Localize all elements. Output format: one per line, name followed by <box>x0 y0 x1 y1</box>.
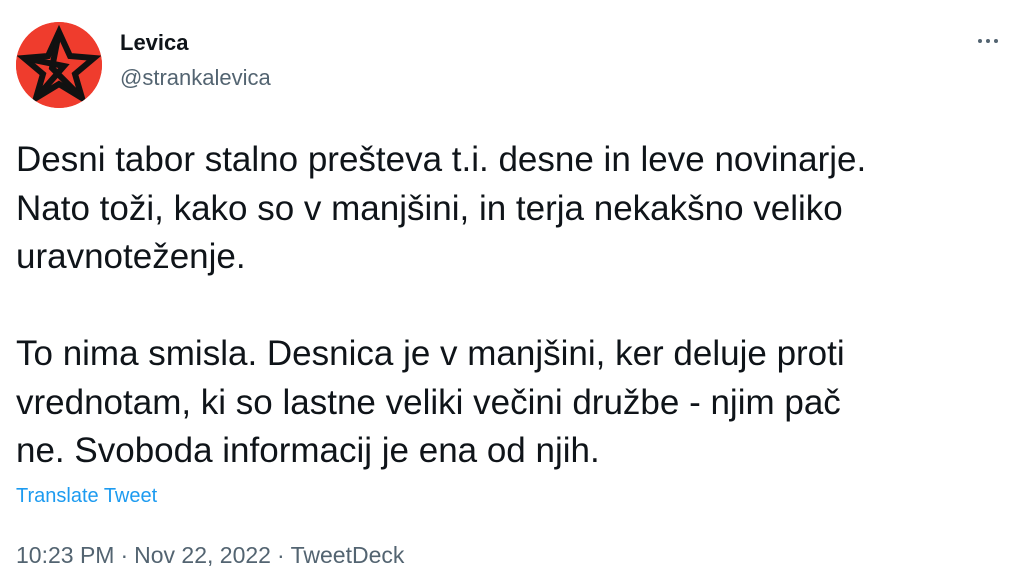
tweet-time[interactable]: 10:23 PM <box>16 542 114 568</box>
tweet-line: Nato toži, kako so v manjšini, in terja … <box>16 188 843 228</box>
more-options-icon <box>978 39 998 43</box>
tweet-line: To nima smisla. Desnica je v manjšini, k… <box>16 334 845 373</box>
translate-tweet-link[interactable]: Translate Tweet <box>16 484 157 508</box>
avatar[interactable] <box>16 22 102 108</box>
tweet-text: Desni tabor stalno prešteva t.i. desne i… <box>16 136 1016 476</box>
red-star-logo-icon <box>16 22 102 108</box>
tweet-line: uravnoteženje. <box>16 237 246 276</box>
author-display-name[interactable]: Levica <box>120 30 189 56</box>
author-handle[interactable]: @strankalevica <box>120 64 271 92</box>
more-dot <box>986 39 990 43</box>
tweet-line: Desni tabor stalno prešteva t.i. desne i… <box>16 140 867 179</box>
tweet-date[interactable]: Nov 22, 2022 <box>134 542 271 568</box>
tweet-source[interactable]: TweetDeck <box>291 542 405 568</box>
more-dot <box>994 39 998 43</box>
tweet-card: Levica @strankalevica Desni tabor stalno… <box>0 0 1028 580</box>
tweet-line: ne. Svoboda informacij je ena od njih. <box>16 431 600 470</box>
tweet-line: vrednotam, ki so lastne veliki večini dr… <box>16 382 841 422</box>
meta-separator: · <box>120 542 129 568</box>
meta-separator: · <box>276 542 285 568</box>
more-dot <box>978 39 982 43</box>
more-options-button[interactable] <box>966 26 1010 56</box>
tweet-metadata: 10:23 PM · Nov 22, 2022 · TweetDeck <box>16 541 404 569</box>
